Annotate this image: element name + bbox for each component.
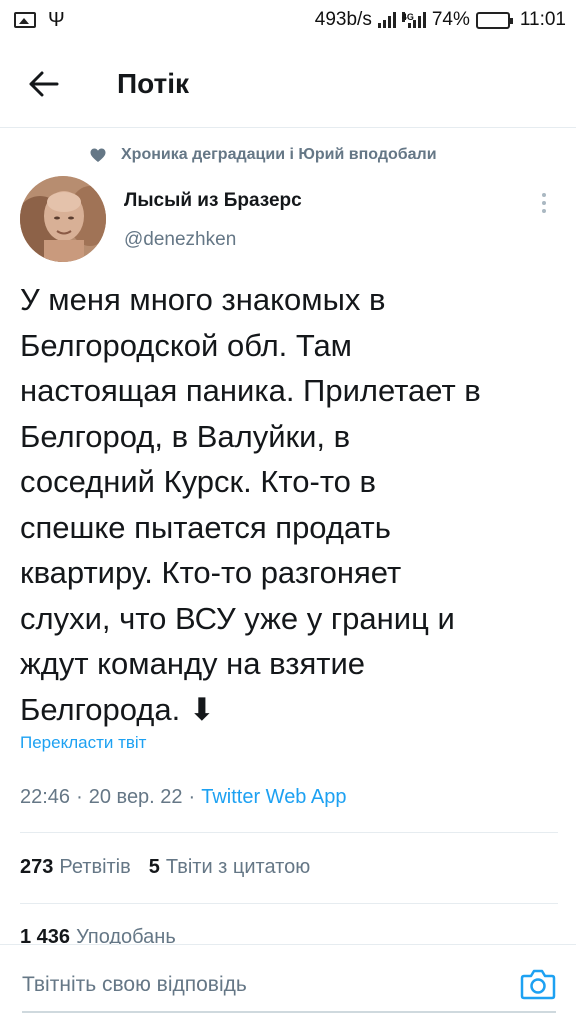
quotes-stat[interactable]: 5 Твіти з цитатою: [149, 856, 310, 879]
arrow-left-icon: [29, 71, 59, 97]
tweet-text: У меня много знакомых в Белгородской обл…: [20, 282, 481, 727]
battery-percent: 74%: [431, 9, 470, 30]
network-type: 4G: [401, 12, 414, 22]
gallery-notification-icon: [14, 12, 36, 28]
status-bar: Ψ 493b/s 4G 74% 11:01: [0, 0, 576, 40]
battery-icon: [475, 11, 513, 29]
avatar-photo: [20, 176, 106, 262]
top-app-bar: Потік: [0, 40, 576, 128]
meta-separator: ·: [188, 786, 196, 808]
tweet-time: 22:46: [20, 786, 71, 808]
author-handle[interactable]: @denezhken: [124, 229, 236, 251]
tweet-source-link[interactable]: Twitter Web App: [201, 786, 346, 809]
more-options-button[interactable]: [534, 190, 554, 216]
author-name[interactable]: Лысый из Бразерс: [124, 190, 302, 212]
page-title: Потік: [117, 68, 190, 99]
signal-4g-icon: 4G: [401, 12, 426, 28]
usb-icon: Ψ: [48, 9, 65, 31]
retweets-stat[interactable]: 273 Ретвітів: [20, 856, 131, 879]
retweets-count: 273: [20, 856, 54, 878]
likes-label: Уподобань: [76, 926, 176, 944]
likes-count: 1 436: [20, 926, 71, 944]
status-left: Ψ: [14, 10, 65, 30]
more-dot: [542, 201, 546, 205]
likes-stat[interactable]: 1 436 Уподобань: [20, 926, 176, 944]
camera-button[interactable]: [520, 967, 556, 1001]
social-context-text: Хроника деградации і Юрий вподобали: [121, 146, 437, 163]
more-dot: [542, 209, 546, 213]
clock: 11:01: [519, 9, 566, 30]
network-speed: 493b/s: [314, 9, 372, 30]
back-button[interactable]: [26, 66, 62, 102]
divider: [20, 832, 558, 833]
retweets-label: Ретвітів: [59, 856, 131, 878]
tweet-meta: 22:46 · 20 вер. 22 · Twitter Web App: [20, 786, 346, 809]
quotes-label: Твіти з цитатою: [165, 856, 311, 878]
quotes-count: 5: [148, 856, 160, 878]
tweet-date: 20 вер. 22: [88, 786, 183, 808]
signal-icon: [377, 12, 396, 28]
social-context[interactable]: Хроника деградации і Юрий вподобали: [90, 146, 437, 164]
reply-underline: [22, 1011, 556, 1013]
camera-icon: [520, 969, 556, 1000]
meta-separator: ·: [76, 786, 83, 808]
divider: [20, 903, 558, 904]
tweet-stats: 273 Ретвітів 5 Твіти з цитатою: [20, 856, 310, 879]
heart-icon: [90, 148, 106, 162]
more-dot: [542, 193, 546, 197]
status-right: 493b/s 4G 74% 11:01: [315, 9, 566, 31]
translate-tweet-link[interactable]: Перекласти твіт: [20, 733, 146, 753]
avatar[interactable]: [20, 176, 106, 262]
